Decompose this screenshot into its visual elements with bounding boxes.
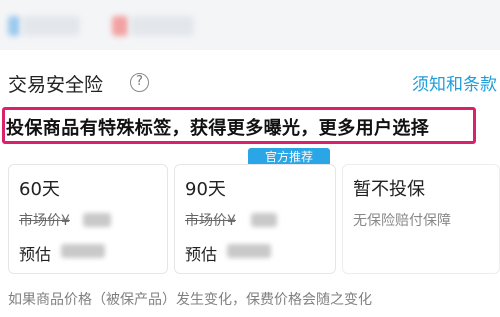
option-card-no-insurance[interactable]: 暂不投保 无保险赔付保障 xyxy=(342,164,500,274)
estimate-label: 预估 xyxy=(185,245,218,264)
option-title: 90天 xyxy=(185,179,226,200)
help-icon[interactable]: ? xyxy=(130,73,149,92)
blurred-tab-1[interactable] xyxy=(22,16,80,36)
top-header-strip xyxy=(0,0,500,50)
blurred-logo-1 xyxy=(8,16,20,36)
option-card-60-days[interactable]: 60天 市场价¥ 预估 xyxy=(8,164,168,274)
section-title: 交易安全险 xyxy=(8,74,104,96)
highlight-text: 投保商品有特殊标签，获得更多曝光，更多用户选择 xyxy=(6,118,430,139)
market-price-label: 市场价¥ xyxy=(19,213,70,229)
blurred-market-price xyxy=(251,213,277,227)
option-card-90-days[interactable]: 90天 市场价¥ 预估 xyxy=(174,164,336,274)
market-price-label: 市场价¥ xyxy=(185,213,236,229)
terms-link[interactable]: 须知和条款 xyxy=(412,70,500,95)
blurred-logo-2 xyxy=(112,16,128,36)
footer-note: 如果商品价格（被保产品）发生变化，保费价格会随之变化 xyxy=(8,292,372,308)
blurred-tab-2[interactable] xyxy=(130,16,194,36)
option-title: 60天 xyxy=(19,179,60,200)
blurred-estimate-price xyxy=(61,244,105,258)
option-subtitle: 无保险赔付保障 xyxy=(353,213,451,229)
estimate-label: 预估 xyxy=(19,245,52,264)
blurred-market-price xyxy=(83,213,111,227)
blurred-estimate-price xyxy=(227,244,271,258)
option-title: 暂不投保 xyxy=(353,179,425,200)
